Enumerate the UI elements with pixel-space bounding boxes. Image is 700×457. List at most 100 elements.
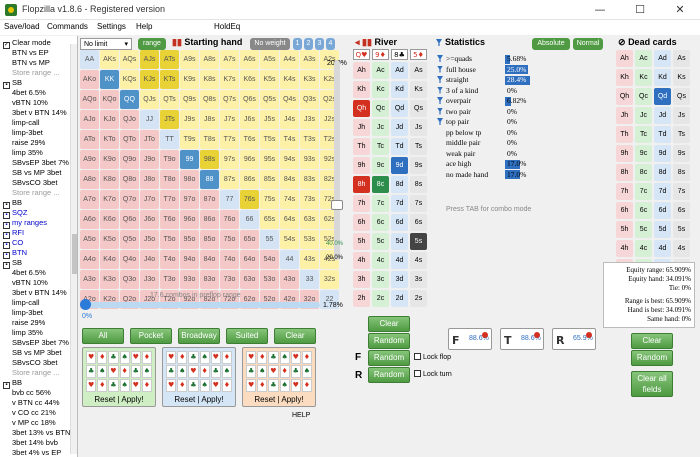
hand-cell[interactable]: AKs [100, 50, 119, 69]
hand-cell[interactable]: 73s [300, 190, 319, 209]
hand-cell[interactable]: 74o [220, 250, 239, 269]
board-card[interactable]: 9♦ [372, 49, 389, 60]
range-item[interactable]: bvb cc 56% [12, 388, 51, 398]
minimize-button[interactable]: — [580, 0, 620, 20]
card-8c[interactable]: 8c [372, 176, 389, 193]
weight-3-button[interactable]: 3 [315, 38, 324, 50]
hand-cell[interactable]: J7o [140, 190, 159, 209]
menu-save-load[interactable]: Save/load [4, 22, 40, 31]
hand-cell[interactable]: 33 [300, 270, 319, 289]
card-5s[interactable]: 5s [673, 221, 690, 238]
hand-cell[interactable]: T6o [160, 210, 179, 229]
preset-card[interactable]: ♦ [177, 351, 188, 364]
hand-cell[interactable]: 43s [300, 250, 319, 269]
preset-card[interactable]: ♥ [86, 351, 97, 364]
range-tree-scrollbar[interactable] [70, 44, 77, 454]
hand-cell[interactable]: 99 [180, 150, 199, 169]
hand-cell[interactable]: 65s [260, 210, 279, 229]
card-Qs[interactable]: Qs [673, 88, 690, 105]
card-2c[interactable]: 2c [372, 290, 389, 307]
hand-cell[interactable]: Q4o [120, 250, 139, 269]
hand-cell[interactable]: K8o [100, 170, 119, 189]
preset-card[interactable]: ♠ [97, 365, 108, 378]
preset-card[interactable]: ♠ [199, 351, 210, 364]
card-Th[interactable]: Th [616, 126, 633, 143]
preset-card[interactable]: ♣ [210, 365, 221, 378]
card-Qd[interactable]: Qd [654, 88, 671, 105]
range-item[interactable]: Store range ... [12, 188, 60, 198]
range-group[interactable]: ▪ RFI [3, 228, 24, 239]
card-8c[interactable]: 8c [635, 164, 652, 181]
hand-cell[interactable]: 64o [240, 250, 259, 269]
hand-cell[interactable]: 55 [260, 230, 279, 249]
scrollbar-thumb[interactable] [72, 234, 77, 274]
hand-cell[interactable]: QJs [140, 90, 159, 109]
hand-cell[interactable]: K4o [100, 250, 119, 269]
card-6c[interactable]: 6c [372, 214, 389, 231]
range-item[interactable]: SB vs MP 3bet [12, 168, 61, 178]
card-7c[interactable]: 7c [372, 195, 389, 212]
hand-cell[interactable]: J9o [140, 150, 159, 169]
hand-cell[interactable]: T7s [220, 130, 239, 149]
board-card[interactable]: 5♦ [410, 49, 427, 60]
preset-card[interactable]: ♣ [246, 365, 257, 378]
card-9h[interactable]: 9h [353, 157, 370, 174]
preset-reset-button[interactable]: Reset [174, 395, 195, 404]
range-item[interactable]: 3bet 4% vs EP [12, 448, 61, 457]
hand-cell[interactable]: 96s [240, 150, 259, 169]
hand-cell[interactable]: QJo [120, 110, 139, 129]
card-7d[interactable]: 7d [654, 183, 671, 200]
hand-cell[interactable]: Q6o [120, 210, 139, 229]
hand-cell[interactable]: A3o [80, 270, 99, 289]
hand-cell[interactable]: 77 [220, 190, 239, 209]
pocket-button[interactable]: Pocket [130, 328, 172, 344]
stat-row[interactable]: pp below tp [446, 128, 481, 138]
slider-thumb[interactable] [331, 200, 343, 210]
preset-card[interactable]: ♦ [177, 379, 188, 392]
hand-cell[interactable]: K3o [100, 270, 119, 289]
range-item[interactable]: v BTN cc 44% [12, 398, 60, 408]
hand-cell[interactable]: 74s [280, 190, 299, 209]
lock-turn[interactable]: Lock turn [414, 369, 452, 381]
hand-cell[interactable]: 86o [200, 210, 219, 229]
preset-card[interactable]: ♦ [221, 351, 232, 364]
preset-card[interactable]: ♦ [279, 365, 290, 378]
lock-flop-checkbox[interactable] [414, 353, 421, 360]
range-item[interactable]: BTN vs EP [12, 48, 49, 58]
hand-cell[interactable]: A4s [280, 50, 299, 69]
card-7s[interactable]: 7s [673, 183, 690, 200]
card-7h[interactable]: 7h [616, 183, 633, 200]
card-5s[interactable]: 5s [410, 233, 427, 250]
card-5h[interactable]: 5h [353, 233, 370, 250]
hand-cell[interactable]: T5o [160, 230, 179, 249]
card-6h[interactable]: 6h [616, 202, 633, 219]
preset-card[interactable]: ♥ [108, 365, 119, 378]
card-3d[interactable]: 3d [391, 271, 408, 288]
preset-card[interactable]: ♠ [177, 365, 188, 378]
card-Kh[interactable]: Kh [616, 69, 633, 86]
card-4c[interactable]: 4c [372, 252, 389, 269]
range-item[interactable]: limp 35% [12, 328, 43, 338]
range-slider-thumb[interactable] [80, 299, 91, 310]
preset-card[interactable]: ♦ [141, 379, 152, 392]
preset-apply-button[interactable]: Apply! [121, 395, 143, 404]
card-8d[interactable]: 8d [654, 164, 671, 181]
range-button[interactable]: range [138, 38, 166, 50]
all-button[interactable]: All [82, 328, 124, 344]
card-Kd[interactable]: Kd [391, 81, 408, 98]
preset-card[interactable]: ♠ [279, 379, 290, 392]
card-Qs[interactable]: Qs [410, 100, 427, 117]
hand-cell[interactable]: Q8o [120, 170, 139, 189]
hand-cell[interactable]: K9s [180, 70, 199, 89]
range-percent-slider[interactable] [80, 299, 320, 310]
preset-card[interactable]: ♥ [188, 365, 199, 378]
range-group[interactable]: ▪ CO [3, 238, 23, 249]
card-Kd[interactable]: Kd [654, 69, 671, 86]
clear-mode-row[interactable]: ✓ Clear mode [3, 38, 51, 49]
preset-panel-2[interactable]: ♥ ♦ ♣ ♠ ♥ ♦ ♣ ♠ ♥ ♦ ♣ ♠ ♥ ♦ ♣ ♠ ♥ ♦ Reset | Apply! [162, 347, 236, 407]
range-item[interactable]: BTN vs MP [12, 58, 50, 68]
range-item[interactable]: raise 29% [12, 318, 45, 328]
close-button[interactable]: ✕ [660, 0, 700, 20]
card-Ad[interactable]: Ad [654, 50, 671, 67]
expand-toggle-icon[interactable]: ▪ [3, 262, 10, 269]
